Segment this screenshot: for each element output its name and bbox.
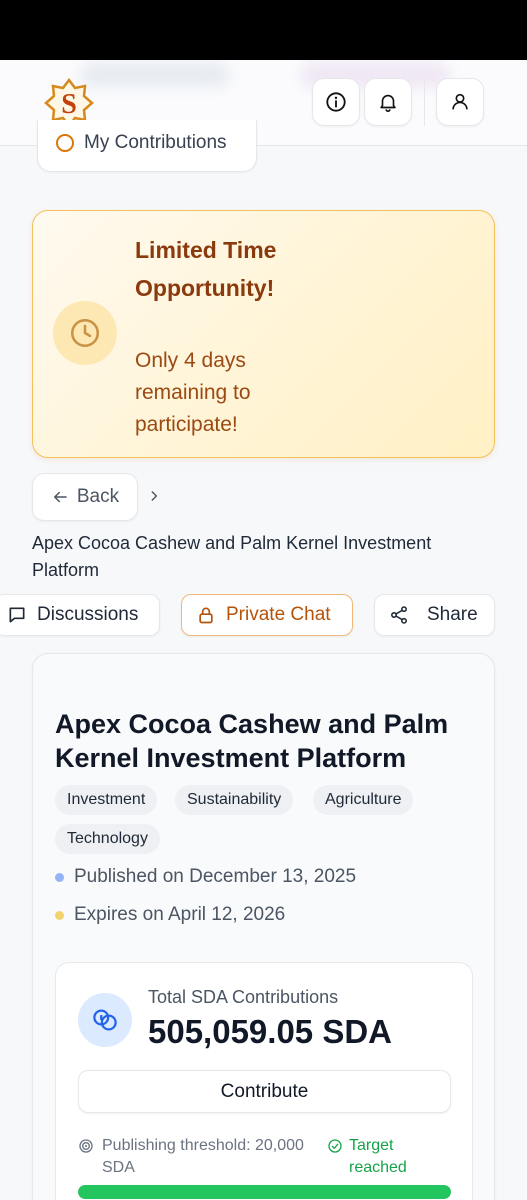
check-circle-icon	[328, 1139, 342, 1153]
limited-time-banner: Limited Time Opportunity! Only 4 days re…	[32, 210, 495, 458]
project-card: Apex Cocoa Cashew and Palm Kernel Invest…	[32, 653, 495, 1200]
published-text: Published on December 13, 2025	[74, 866, 357, 887]
progress-fill	[78, 1185, 451, 1199]
contribute-button[interactable]: Contribute	[78, 1070, 451, 1113]
bell-icon	[380, 94, 396, 112]
user-icon	[452, 93, 468, 110]
tag-chip: Technology	[55, 824, 160, 854]
coins-icon	[78, 993, 132, 1047]
dot-icon	[55, 872, 64, 882]
svg-text:S: S	[61, 89, 77, 120]
my-contributions-tab[interactable]: My Contributions	[37, 120, 257, 172]
discussions-label: Discussions	[37, 604, 139, 625]
target-status: Target reached	[327, 1135, 419, 1179]
tag-chip: Agriculture	[313, 785, 414, 815]
threshold-text: Publishing threshold: 20,000 SDA	[102, 1137, 304, 1176]
profile-button[interactable]	[436, 78, 484, 126]
circle-icon	[56, 134, 74, 152]
target-status-text: Target reached	[349, 1137, 407, 1176]
tag-chip: Investment	[55, 785, 158, 815]
promo-title: Limited Time Opportunity!	[135, 237, 277, 301]
project-title: Apex Cocoa Cashew and Palm Kernel Invest…	[55, 709, 449, 773]
info-icon	[326, 92, 346, 112]
promo-subtitle: Only 4 days remaining to participate!	[135, 349, 251, 436]
discussions-button[interactable]: Discussions	[0, 594, 160, 636]
breadcrumb-current: Apex Cocoa Cashew and Palm Kernel Invest…	[32, 533, 432, 580]
my-contributions-label: My Contributions	[84, 132, 227, 153]
contributions-panel: Total SDA Contributions 505,059.05 SDA C…	[55, 962, 473, 1200]
clock-icon	[53, 301, 117, 365]
header-divider	[424, 78, 425, 126]
scrolled-content-ghost	[80, 62, 230, 88]
lock-icon	[199, 607, 213, 624]
total-contributions-label: Total SDA Contributions	[148, 987, 339, 1007]
info-button[interactable]	[312, 78, 360, 126]
arrow-left-icon	[53, 491, 67, 503]
dot-icon	[55, 910, 64, 920]
contribution-progress-bar	[78, 1185, 451, 1199]
publishing-threshold: Publishing threshold: 20,000 SDA	[78, 1135, 332, 1179]
expires-text: Expires on April 12, 2026	[74, 904, 286, 925]
total-contributions-value: 505,059.05 SDA	[148, 1013, 393, 1050]
share-icon	[391, 606, 407, 624]
message-square-icon	[9, 607, 25, 623]
chevron-right-icon	[151, 491, 158, 501]
private-chat-button[interactable]: Private Chat	[181, 594, 353, 636]
private-chat-label: Private Chat	[226, 604, 331, 625]
share-button[interactable]: Share	[374, 594, 495, 636]
status-bar	[0, 0, 527, 60]
expires-date: Expires on April 12, 2026	[55, 904, 285, 926]
back-button[interactable]: Back	[32, 473, 138, 521]
target-icon	[79, 1139, 93, 1153]
notifications-button[interactable]	[364, 78, 412, 126]
tag-chip: Sustainability	[175, 785, 294, 815]
back-label: Back	[76, 486, 120, 507]
share-label: Share	[427, 604, 478, 625]
published-date: Published on December 13, 2025	[55, 866, 356, 888]
